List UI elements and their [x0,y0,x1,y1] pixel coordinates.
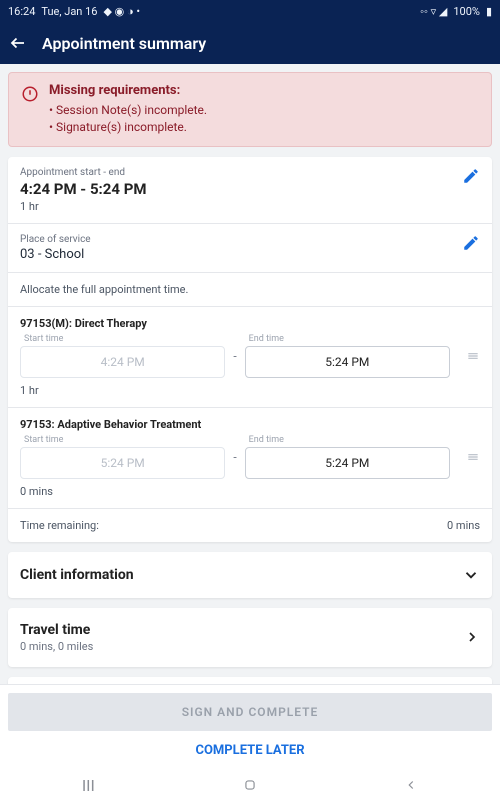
service-row: 97153: Adaptive Behavior Treatment Start… [8,407,492,508]
appointment-duration: 1 hr [20,200,147,213]
appointment-range: 4:24 PM - 5:24 PM [20,180,147,198]
drag-handle-icon[interactable] [466,450,480,464]
service-title: 97153(M): Direct Therapy [20,317,480,330]
pos-value: 03 - School [20,247,91,262]
home-button[interactable] [243,778,257,792]
service-row: 97153(M): Direct Therapy Start time 4:24… [8,306,492,407]
battery-icon: ▮ [486,5,492,18]
client-info-card[interactable]: Client information [8,552,492,598]
client-info-title: Client information [20,567,134,583]
pencil-icon [462,167,480,185]
footer: SIGN AND COMPLETE COMPLETE LATER III [0,684,500,800]
travel-time-card[interactable]: Travel time 0 mins, 0 miles [8,608,492,667]
status-time: 16:24 [8,5,35,18]
service-duration: 0 mins [20,485,480,498]
edit-time-button[interactable] [462,167,480,185]
pencil-icon [462,234,480,252]
alert-item: • Signature(s) incomplete. [49,119,207,136]
page-title: Appointment summary [42,34,206,53]
travel-sub: 0 mins, 0 miles [20,640,93,653]
android-nav-bar: III [8,770,492,800]
travel-title: Travel time [20,622,93,638]
start-label: Start time [24,435,225,445]
back-button[interactable] [8,33,28,53]
status-app-icons: ◆ ◉ ◑ • [103,5,140,18]
app-bar: Appointment summary [0,22,500,64]
time-remaining-label: Time remaining: [20,519,99,532]
dash: - [233,349,236,363]
end-time-field[interactable]: 5:24 PM [245,447,450,479]
dash: - [233,450,236,464]
pos-label: Place of service [20,234,91,245]
missing-requirements-alert: Missing requirements: • Session Note(s) … [8,72,492,147]
drag-handle-icon[interactable] [466,349,480,363]
appointment-range-label: Appointment start - end [20,167,147,178]
status-signal-icon: ◦◦ ▿ ◢ [420,5,447,18]
recent-apps-button[interactable]: III [82,776,95,795]
chevron-right-icon [464,629,480,645]
arrow-left-icon [9,34,27,52]
end-time-field[interactable]: 5:24 PM [245,346,450,378]
android-status-bar: 16:24 Tue, Jan 16 ◆ ◉ ◑ • ◦◦ ▿ ◢ 100% ▮ [0,0,500,22]
allocate-text: Allocate the full appointment time. [20,283,480,296]
status-date: Tue, Jan 16 [41,5,97,18]
warning-icon [21,85,39,136]
start-time-field[interactable]: 4:24 PM [20,346,225,378]
service-duration: 1 hr [20,384,480,397]
back-nav-button[interactable] [404,778,418,792]
start-time-field[interactable]: 5:24 PM [20,447,225,479]
service-title: 97153: Adaptive Behavior Treatment [20,418,480,431]
start-label: Start time [24,334,225,344]
status-battery: 100% [453,5,480,18]
time-remaining-value: 0 mins [447,519,480,532]
alert-title: Missing requirements: [49,83,207,98]
sign-complete-button: SIGN AND COMPLETE [8,693,492,731]
end-label: End time [249,435,450,445]
complete-later-button[interactable]: COMPLETE LATER [8,731,492,770]
appointment-card: Appointment start - end 4:24 PM - 5:24 P… [8,157,492,542]
end-label: End time [249,334,450,344]
chevron-down-icon [462,566,480,584]
edit-pos-button[interactable] [462,234,480,252]
alert-item: • Session Note(s) incomplete. [49,102,207,119]
